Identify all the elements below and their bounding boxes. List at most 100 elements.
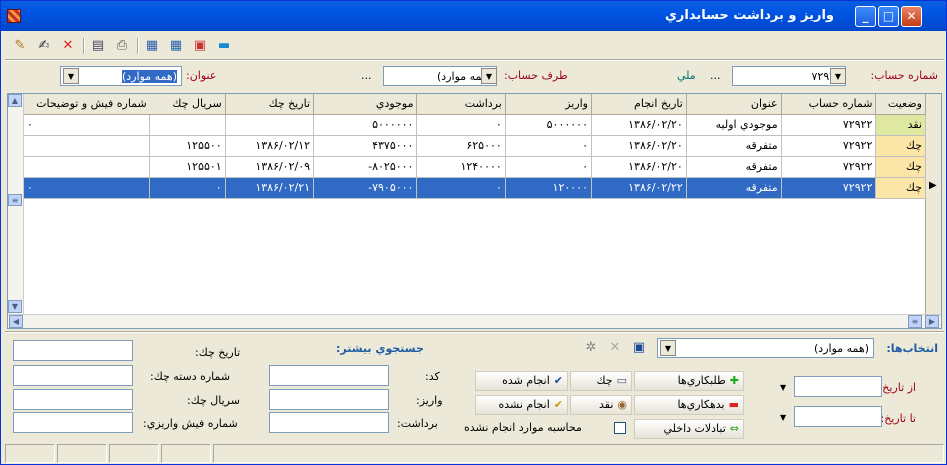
- cheque-serial-input[interactable]: [13, 389, 133, 410]
- col-date[interactable]: تاريخ انجام: [591, 94, 687, 115]
- cell-withdraw[interactable]: ۰: [416, 177, 506, 199]
- table-row[interactable]: نقد ۷۲۹۲۲ موجودي اوليه ۱۳۸۶/۰۲/۲۰ ۵۰۰۰۰۰…: [24, 114, 926, 136]
- grid2-icon[interactable]: ▦: [167, 37, 185, 55]
- cell-cheque-serial[interactable]: ۰: [149, 177, 226, 199]
- cell-account-no[interactable]: ۷۲۹۲۲: [781, 114, 877, 136]
- cell-status[interactable]: چك: [875, 135, 926, 157]
- calc-icon[interactable]: ▣: [191, 37, 209, 55]
- minimize-button[interactable]: _: [855, 6, 876, 27]
- cheque-button[interactable]: ▭چك: [570, 371, 632, 391]
- cell-slip-no[interactable]: ۰: [24, 177, 151, 199]
- cell-cheque-date[interactable]: [225, 114, 315, 136]
- horizontal-scrollbar[interactable]: ◀ ≡ ▶: [8, 314, 941, 328]
- cell-balance[interactable]: ۷۹۰۵۰۰۰-: [313, 177, 418, 199]
- chevron-down-icon[interactable]: ▼: [660, 340, 676, 356]
- withdraw-input[interactable]: [269, 412, 389, 433]
- counterparty-ellipsis[interactable]: ...: [361, 69, 372, 82]
- cell-title[interactable]: متفرقه: [686, 156, 782, 178]
- cell-title[interactable]: موجودي اوليه: [686, 114, 782, 136]
- cell-balance[interactable]: ۸۰۲۵۰۰۰-: [313, 156, 418, 178]
- cell-account-no[interactable]: ۷۲۹۲۲: [781, 135, 877, 157]
- account-no-combo[interactable]: ۷۲۹۲۲ ▼: [732, 66, 846, 86]
- scroll-left-icon[interactable]: ◀: [9, 315, 23, 328]
- done-button[interactable]: ✔انجام شده: [475, 371, 568, 391]
- scroll-thumb[interactable]: ≡: [908, 315, 922, 328]
- cell-status[interactable]: چك: [875, 177, 926, 199]
- col-balance[interactable]: موجودي: [313, 94, 418, 115]
- cheque-book-no-input[interactable]: [13, 365, 133, 386]
- cell-account-no[interactable]: ۷۲۹۲۲: [781, 156, 877, 178]
- scroll-right-icon[interactable]: ▶: [925, 315, 939, 328]
- chevron-down-icon[interactable]: ▼: [63, 68, 79, 84]
- deposit-input[interactable]: [269, 389, 389, 410]
- cell-slip-no[interactable]: ۰: [24, 114, 151, 136]
- account-ellipsis[interactable]: ...: [710, 69, 721, 82]
- selections-combo[interactable]: (همه موارد) ▼: [657, 338, 874, 358]
- cell-cheque-serial[interactable]: ۱۲۵۵۰۱: [149, 156, 226, 178]
- col-slip-no[interactable]: شماره فيش و توضيحات: [24, 94, 150, 115]
- cell-cheque-date[interactable]: ۱۳۸۶/۰۲/۱۲: [225, 135, 315, 157]
- close-button[interactable]: ✕: [901, 6, 922, 27]
- cell-cheque-date[interactable]: ۱۳۸۶/۰۲/۰۹: [225, 156, 315, 178]
- cell-date[interactable]: ۱۳۸۶/۰۲/۲۰: [591, 114, 687, 136]
- clear-icon[interactable]: ✕: [606, 339, 624, 357]
- print-icon[interactable]: ⎙: [113, 37, 131, 55]
- col-withdraw[interactable]: برداشت: [416, 94, 506, 115]
- chevron-down-icon[interactable]: ▼: [830, 68, 846, 84]
- save-icon[interactable]: ▣: [630, 339, 648, 357]
- scroll-thumb[interactable]: ≡: [8, 194, 22, 206]
- edit-icon[interactable]: ✍: [35, 37, 53, 55]
- col-deposit[interactable]: واريز: [505, 94, 593, 115]
- cell-date[interactable]: ۱۳۸۶/۰۲/۲۰: [591, 156, 687, 178]
- cell-cheque-date[interactable]: ۱۳۸۶/۰۲/۲۱: [225, 177, 315, 199]
- internal-button[interactable]: ⇔تبادلات داخلي: [634, 419, 744, 439]
- to-date-dropdown-icon[interactable]: ▼: [780, 413, 786, 422]
- cell-status[interactable]: نقد: [875, 114, 926, 136]
- cell-deposit[interactable]: ۵۰۰۰۰۰۰: [505, 114, 593, 136]
- grid-icon[interactable]: ▦: [143, 37, 161, 55]
- cell-deposit[interactable]: ۱۲۰۰۰۰: [505, 177, 593, 199]
- cell-balance[interactable]: ۵۰۰۰۰۰۰: [313, 114, 418, 136]
- app-icon[interactable]: [7, 9, 21, 23]
- title-combo[interactable]: (همه موارد) ▼: [60, 66, 182, 86]
- cell-account-no[interactable]: ۷۲۹۲۲: [781, 177, 877, 199]
- cell-deposit[interactable]: ۰: [505, 156, 593, 178]
- maximize-button[interactable]: □: [878, 6, 899, 27]
- to-date-input[interactable]: [794, 406, 882, 427]
- calc-not-done-checkbox[interactable]: [614, 422, 626, 434]
- debits-button[interactable]: ▬بدهكاري‌ها: [634, 395, 744, 415]
- cell-withdraw[interactable]: ۱۲۴۰۰۰۰: [416, 156, 506, 178]
- cell-withdraw[interactable]: ۶۲۵۰۰۰: [416, 135, 506, 157]
- card-icon[interactable]: ▬: [215, 37, 233, 55]
- deposit-slip-no-input[interactable]: [13, 412, 133, 433]
- table-row[interactable]: چك ۷۲۹۲۲ متفرقه ۱۳۸۶/۰۲/۲۰ ۰ ۶۲۵۰۰۰ ۴۳۷۵…: [24, 135, 926, 157]
- cell-slip-no[interactable]: [24, 156, 151, 178]
- scroll-up-icon[interactable]: ▲: [8, 94, 22, 107]
- from-date-dropdown-icon[interactable]: ▼: [780, 383, 786, 392]
- delete-icon[interactable]: ✕: [59, 37, 77, 55]
- col-title[interactable]: عنوان: [686, 94, 782, 115]
- chevron-down-icon[interactable]: ▼: [481, 68, 497, 84]
- from-date-input[interactable]: [794, 376, 882, 397]
- settings-icon[interactable]: ✲: [582, 339, 600, 357]
- wand-icon[interactable]: ✎: [11, 37, 29, 55]
- cell-cheque-serial[interactable]: [149, 114, 226, 136]
- cell-slip-no[interactable]: [24, 135, 151, 157]
- cell-title[interactable]: متفرقه: [686, 135, 782, 157]
- cash-button[interactable]: ◉نقد: [570, 395, 632, 415]
- table-row-selected[interactable]: چك ۷۲۹۲۲ متفرقه ۱۳۸۶/۰۲/۲۲ ۱۲۰۰۰۰ ۰ ۷۹۰۵…: [24, 177, 926, 199]
- cell-title[interactable]: متفرقه: [686, 177, 782, 199]
- scroll-down-icon[interactable]: ▼: [8, 300, 22, 313]
- col-cheque-serial[interactable]: سريال چك: [149, 94, 226, 115]
- cheque-date-input[interactable]: [13, 340, 133, 361]
- not-done-button[interactable]: ✔انجام نشده: [475, 395, 568, 415]
- col-account-no[interactable]: شماره حساب: [781, 94, 877, 115]
- counterparty-combo[interactable]: (همه موارد) ▼: [383, 66, 497, 86]
- cell-deposit[interactable]: ۰: [505, 135, 593, 157]
- vertical-scrollbar[interactable]: ▲ ≡ ▼: [8, 94, 24, 314]
- col-status[interactable]: وضعيت: [875, 94, 926, 115]
- code-input[interactable]: [269, 365, 389, 386]
- cell-date[interactable]: ۱۳۸۶/۰۲/۲۰: [591, 135, 687, 157]
- page-icon[interactable]: ▤: [89, 37, 107, 55]
- cell-withdraw[interactable]: ۰: [416, 114, 506, 136]
